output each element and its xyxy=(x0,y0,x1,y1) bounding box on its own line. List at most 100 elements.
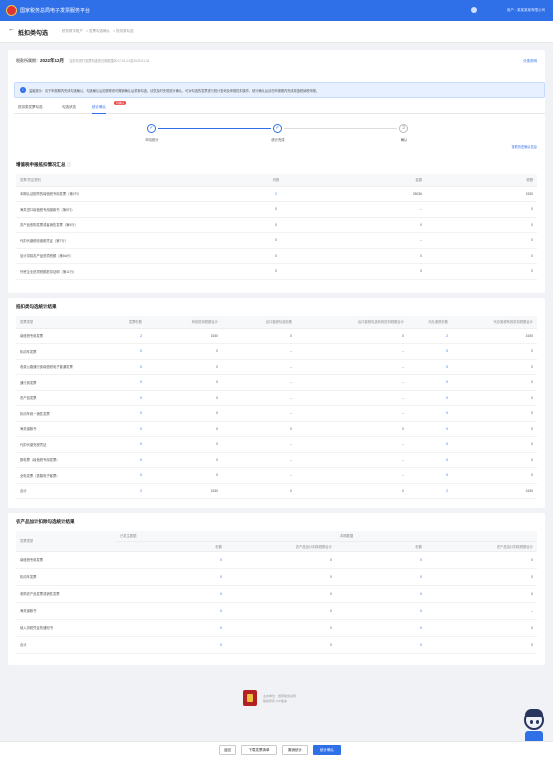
table-cell[interactable]: 2 xyxy=(116,328,146,344)
notice-text: 温馨提示：请于申报期内完成勾选确认，勾选确认后如需修改可撤销确认后重新勾选，请您… xyxy=(29,89,320,93)
table-cell: 0 xyxy=(426,263,537,280)
history-link[interactable]: 查看历史确认信息 xyxy=(512,144,538,149)
mascot-cap xyxy=(525,709,543,717)
table-cell: 增值税专用发票 xyxy=(16,551,116,569)
table-cell[interactable]: 2 xyxy=(408,483,452,499)
table-cell[interactable]: 0 xyxy=(408,436,452,453)
table-cell: -- xyxy=(426,602,538,620)
table-cell: 合计 xyxy=(16,636,116,654)
tax-emblem-icon xyxy=(6,5,17,16)
table-row: 本期认证相符的增值税专用发票（第2行） 2 25036 1530 xyxy=(16,186,537,202)
table-cell: -- xyxy=(296,343,408,360)
table-cell: 0 xyxy=(146,452,222,468)
table-cell: 0 xyxy=(326,248,426,264)
table-cell: 0 xyxy=(426,201,537,218)
table-cell: 机动车发票 xyxy=(16,568,116,586)
table-cell: 0 xyxy=(452,343,537,360)
table-cell[interactable]: 0 xyxy=(336,636,427,654)
table-cell: 0 xyxy=(146,390,222,406)
tab-invoice-select[interactable]: 抵扣类发票勾选 xyxy=(18,105,43,113)
table-cell[interactable]: 0 xyxy=(336,585,427,603)
table-cell[interactable]: 0 xyxy=(116,568,226,586)
table-cell[interactable]: 0 xyxy=(116,343,146,360)
table-cell: 0 xyxy=(146,343,222,360)
table-cell[interactable]: 0 xyxy=(116,436,146,453)
table-cell[interactable]: 0 xyxy=(408,405,452,422)
table-cell[interactable]: 0 xyxy=(116,390,146,406)
tab-select-status[interactable]: 勾选状态 xyxy=(62,105,76,113)
period-label: 税款所属期： xyxy=(16,58,40,63)
back-button[interactable]: 返回 xyxy=(219,745,236,755)
table-cell[interactable]: 0 xyxy=(116,551,226,569)
table-cell[interactable]: 0 xyxy=(116,405,146,422)
table-row: 代扣代缴完税凭证 0 0 -- -- 0 0 xyxy=(16,436,537,453)
table-cell: 1530 xyxy=(426,186,537,202)
download-list-button[interactable]: 下载发票清单 xyxy=(241,745,277,755)
help-icon[interactable]: ⓘ xyxy=(67,162,72,167)
check-icon: ✓ xyxy=(147,124,156,133)
tab-label: 统计确认 xyxy=(92,105,106,109)
progress-steps: ✓ ✓ 3 申请统计 统计完成 确认 xyxy=(8,124,553,154)
table-cell: -- xyxy=(296,405,408,422)
confirm-stat-button[interactable]: 统计确认 xyxy=(313,745,341,755)
step-number: 3 xyxy=(399,124,408,133)
table-cell[interactable]: 0 xyxy=(116,585,226,603)
table-cell: 农产品收购发票或者销售发票（第6行） xyxy=(16,217,226,233)
agri-result-card: 农产品加计扣除勾选统计结果 发票类型 已发生数据 本期数据 份数 农产品加计扣除… xyxy=(8,513,545,665)
table-cell: 0 xyxy=(146,421,222,437)
table-row: 农产品收购发票或者销售发票（第6行） 0 0 0 xyxy=(16,217,537,233)
table-cell[interactable]: 0 xyxy=(408,421,452,437)
table-cell: 0 xyxy=(326,263,426,280)
check-icon: ✓ xyxy=(273,124,282,133)
table-cell: 0 xyxy=(452,359,537,375)
table-cell[interactable]: 0 xyxy=(116,359,146,375)
breadcrumb-item[interactable]: 税务数字账户 xyxy=(62,29,83,33)
breadcrumb-item[interactable]: 发票勾选确认 xyxy=(89,29,110,33)
arrow-left-icon[interactable]: ← xyxy=(8,26,15,33)
table-cell: 25036 xyxy=(326,186,426,202)
table-cell[interactable]: 0 xyxy=(336,602,427,620)
revoke-stat-button[interactable]: 撤销统计 xyxy=(282,745,308,755)
table-cell[interactable]: 0 xyxy=(116,374,146,391)
table-cell: 海关进口增值税专用缴款书（第5行） xyxy=(16,201,226,218)
table-cell[interactable]: 0 xyxy=(116,467,146,484)
classify-link[interactable]: 分类说明 xyxy=(523,59,537,64)
table-cell[interactable]: 0 xyxy=(336,568,427,586)
table-cell: 代扣代缴完税凭证 xyxy=(16,436,116,453)
table-cell[interactable]: 0 xyxy=(116,602,226,620)
table-cell: 0 xyxy=(296,483,408,499)
table-cell[interactable]: 0 xyxy=(408,359,452,375)
table-cell[interactable]: 0 xyxy=(116,452,146,468)
tab-stat-confirm[interactable]: 统计确认 xyxy=(92,105,106,114)
table-cell[interactable]: 2 xyxy=(116,483,146,499)
table-cell[interactable]: 0 xyxy=(336,619,427,637)
table-cell: 0 xyxy=(426,619,538,637)
table-row: 机动车统一销售发票 0 0 -- -- 0 0 xyxy=(16,405,537,422)
table-cell[interactable]: 0 xyxy=(408,467,452,484)
table-cell[interactable]: 0 xyxy=(408,343,452,360)
table-cell: -- xyxy=(296,452,408,468)
table-cell[interactable]: 2 xyxy=(408,328,452,344)
footer-info: 主办单位：国家税务总局 版权所有 ICP备案 xyxy=(263,694,296,704)
column-header: 发票/凭证类别 xyxy=(16,174,226,187)
table-cell[interactable]: 0 xyxy=(408,374,452,391)
table-cell: 0 xyxy=(222,421,296,437)
table-row: 加计扣除农产品进项税额（第8a行） 0 0 0 xyxy=(16,248,537,264)
column-header: 发票类型 xyxy=(16,531,116,552)
table-row: 纳入扣税凭证的通知书 0 0 0 0 xyxy=(16,619,538,637)
user-icon[interactable] xyxy=(471,7,477,13)
table-cell[interactable]: 0 xyxy=(408,452,452,468)
table-cell[interactable]: 0 xyxy=(116,636,226,654)
table-cell: 代扣代缴税收缴款凭证（第7行） xyxy=(16,232,226,249)
table-cell: 0 xyxy=(222,483,296,499)
table-cell: 0 xyxy=(452,405,537,422)
table-row: 合计 2 1530 0 0 2 1530 xyxy=(16,483,537,499)
page-header: ← 抵扣类勾选 税务数字账户 > 发票勾选确认 > 抵扣类勾选 xyxy=(0,21,553,43)
user-info[interactable]: 用户 - 某某某某有限公司 xyxy=(507,8,545,13)
table-cell[interactable]: 0 xyxy=(336,551,427,569)
table-cell[interactable]: 0 xyxy=(116,619,226,637)
column-header: 份数 xyxy=(116,541,226,552)
table-cell[interactable]: 0 xyxy=(116,421,146,437)
table-cell: 0 xyxy=(226,248,326,264)
table-cell[interactable]: 0 xyxy=(408,390,452,406)
